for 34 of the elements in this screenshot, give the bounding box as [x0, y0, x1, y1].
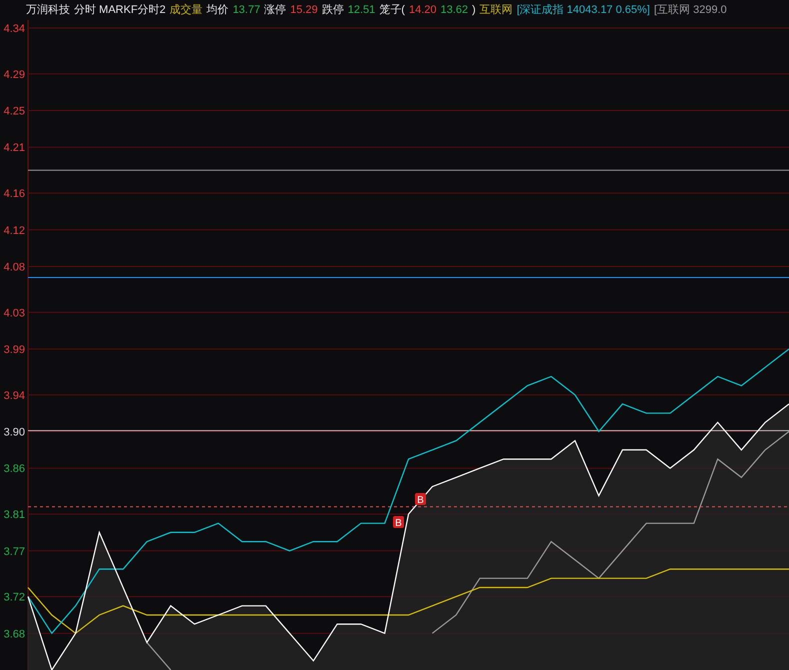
- axis-label: 3.99: [4, 344, 25, 356]
- header-text: 12.51: [348, 3, 376, 18]
- axis-label: 3.90: [4, 426, 25, 439]
- header-text: 13.62: [440, 3, 468, 18]
- axis-label: 3.68: [4, 628, 25, 640]
- axis-label: 3.72: [4, 592, 25, 604]
- axis-label: 4.16: [4, 188, 25, 200]
- buy-marker: B: [393, 516, 404, 529]
- axis-label: 3.94: [4, 390, 25, 402]
- axis-label: 4.03: [4, 307, 25, 320]
- axis-label: 3.86: [4, 463, 25, 476]
- axis-label: 4.21: [4, 142, 25, 154]
- axis-label: 4.08: [4, 261, 25, 274]
- header-text: 笼子(: [379, 3, 405, 18]
- buy-marker: B: [415, 493, 426, 506]
- axis-label: 3.77: [4, 546, 25, 558]
- axis-label: 4.34: [4, 23, 25, 35]
- header-text: [互联网 3299.0: [654, 3, 727, 18]
- header-text: 分时 MARKF分时2: [74, 3, 166, 18]
- header-text: [深证成指 14043.17 0.65%]: [516, 3, 650, 18]
- header-text: 跌停: [322, 3, 344, 18]
- axis-label: 4.12: [4, 224, 25, 237]
- axis-label: 4.29: [4, 68, 25, 81]
- header-text: 互联网: [480, 3, 513, 18]
- axis-label: 4.25: [4, 106, 25, 118]
- header-text: 15.29: [290, 3, 318, 18]
- header-text: 14.20: [408, 3, 436, 18]
- header-text: 万润科技: [26, 3, 70, 18]
- header-text: 成交量: [170, 2, 203, 18]
- header-text: 13.77: [232, 3, 260, 18]
- header-text: ): [472, 3, 476, 18]
- header-text: 均价: [206, 3, 229, 18]
- header-text: 涨停: [264, 3, 286, 18]
- axis-label: 3.81: [4, 509, 25, 522]
